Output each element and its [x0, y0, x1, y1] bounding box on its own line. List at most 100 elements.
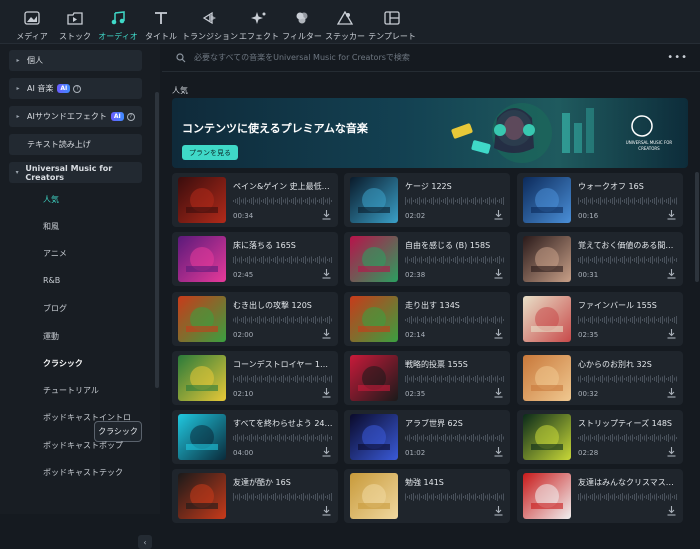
- track-card[interactable]: アラブ世界 62S 01:02: [344, 410, 510, 464]
- track-card[interactable]: ストリップティーズ 148S 02:28: [517, 410, 683, 464]
- track-card[interactable]: すべてを終わらせよう 240S 04:00: [172, 410, 338, 464]
- download-icon[interactable]: [494, 447, 503, 457]
- help-icon[interactable]: ?: [126, 112, 135, 121]
- track-card[interactable]: 友達はみんなクリスマスに...: [517, 469, 683, 523]
- sidebar-subitem[interactable]: 運動: [43, 331, 59, 342]
- toolbar-tab-label: エフェクト: [239, 32, 279, 41]
- collapse-sidebar-button[interactable]: ‹: [138, 535, 152, 549]
- track-card[interactable]: 床に落ちる 165S 02:45: [172, 232, 338, 286]
- download-icon[interactable]: [322, 506, 331, 516]
- help-icon[interactable]: ?: [73, 84, 82, 93]
- search-input[interactable]: 必要なすべての音楽をUniversal Music for Creatorsで検…: [194, 52, 410, 63]
- download-icon[interactable]: [667, 506, 676, 516]
- toolbar-tab-1[interactable]: メディア: [12, 0, 52, 43]
- album-art: [178, 236, 226, 282]
- view-plans-button[interactable]: プランを見る: [182, 145, 238, 160]
- album-art: [523, 236, 571, 282]
- sidebar-subitem[interactable]: R&B: [43, 276, 60, 285]
- top-toolbar: メディア ストック オーディオ タイトル トランジション エフェクト フィルター ステッカーテ…: [0, 0, 700, 44]
- download-icon[interactable]: [322, 447, 331, 457]
- promo-banner[interactable]: UNIVERSAL MUSIC FOR CREATORS コンテンツに使えるプレ…: [172, 98, 688, 168]
- track-card[interactable]: 覚えておく価値のある間違い... 00:31: [517, 232, 683, 286]
- download-icon[interactable]: [667, 210, 676, 220]
- sidebar-subitem[interactable]: ポッドキャストポップ: [43, 440, 123, 451]
- download-icon[interactable]: [494, 210, 503, 220]
- sidebar-group-3[interactable]: ▸ AIサウンドエフェクト AI?: [9, 106, 142, 127]
- toolbar-tab-5[interactable]: トランジション: [182, 0, 238, 43]
- toolbar-tab-8[interactable]: ステッカー: [325, 0, 365, 43]
- download-icon[interactable]: [667, 329, 676, 339]
- sidebar-group-4[interactable]: テキスト読み上げ: [9, 134, 142, 155]
- download-icon[interactable]: [322, 388, 331, 398]
- track-card[interactable]: むき出しの攻撃 120S 02:00: [172, 292, 338, 346]
- main-scrollbar[interactable]: [695, 172, 699, 282]
- toolbar-tab-6[interactable]: エフェクト: [239, 0, 279, 43]
- download-icon[interactable]: [494, 506, 503, 516]
- track-card[interactable]: 勉強 141S: [344, 469, 510, 523]
- search-bar[interactable]: 必要なすべての音楽をUniversal Music for Creatorsで検…: [162, 44, 700, 72]
- sidebar-group-label: AIサウンドエフェクト: [27, 112, 107, 121]
- track-duration: 02:28: [578, 449, 599, 457]
- track-title: すべてを終わらせよう 240S: [233, 419, 333, 428]
- toolbar-tab-label: フィルター: [282, 32, 322, 41]
- more-options-icon[interactable]: •••: [667, 52, 688, 63]
- track-duration: 00:31: [578, 271, 599, 279]
- sidebar-group-2[interactable]: ▸ AI 音楽 AI?: [9, 78, 142, 99]
- track-title: ファインバール 155S: [578, 301, 657, 310]
- sidebar-group-5[interactable]: ▾ Universal Music for Creators: [9, 162, 142, 183]
- download-icon[interactable]: [322, 329, 331, 339]
- sidebar-subitem[interactable]: ブログ: [43, 303, 67, 314]
- download-icon[interactable]: [494, 329, 503, 339]
- track-card[interactable]: ペイン&ゲイン 史上最低の... 00:34: [172, 173, 338, 227]
- download-icon[interactable]: [667, 269, 676, 279]
- sidebar-group-1[interactable]: ▸ 個人: [9, 50, 142, 71]
- track-duration: 00:16: [578, 212, 599, 220]
- album-art: [350, 473, 398, 519]
- sidebar-subitem[interactable]: チュートリアル: [43, 385, 99, 396]
- sidebar-subitem[interactable]: アニメ: [43, 248, 67, 259]
- download-icon[interactable]: [667, 388, 676, 398]
- toolbar-tab-9[interactable]: テンプレート: [368, 0, 416, 43]
- waveform: [233, 316, 332, 324]
- toolbar-tab-2[interactable]: ストック: [55, 0, 95, 43]
- download-icon[interactable]: [494, 269, 503, 279]
- sidebar-subitem[interactable]: 和風: [43, 221, 59, 232]
- track-duration: 00:32: [578, 390, 599, 398]
- album-art: [350, 296, 398, 342]
- track-card[interactable]: 心からのお別れ 32S 00:32: [517, 351, 683, 405]
- sidebar-subitem[interactable]: ポッドキャストテック: [43, 467, 123, 478]
- track-title: 戦略的投票 155S: [405, 360, 468, 369]
- filter-icon: [296, 12, 308, 24]
- music-note-icon: [111, 11, 125, 25]
- track-title: ストリップティーズ 148S: [578, 419, 673, 428]
- toolbar-tab-label: タイトル: [145, 32, 177, 41]
- track-card[interactable]: コーンデストロイヤー 130S 02:10: [172, 351, 338, 405]
- sidebar-subitem[interactable]: クラシック: [43, 358, 83, 369]
- toolbar-tab-7[interactable]: フィルター: [282, 0, 322, 43]
- album-art: [523, 177, 571, 223]
- waveform: [233, 375, 332, 383]
- download-icon[interactable]: [322, 210, 331, 220]
- sidebar-group-label: Universal Music for Creators: [25, 163, 113, 182]
- toolbar-tab-4[interactable]: タイトル: [141, 0, 181, 43]
- download-icon[interactable]: [494, 388, 503, 398]
- sidebar-group-label: AI 音楽: [27, 84, 54, 93]
- track-card[interactable]: ファインバール 155S 02:35: [517, 292, 683, 346]
- track-title: 自由を感じる (B) 158S: [405, 241, 491, 250]
- chevron-icon: ▾: [15, 169, 19, 176]
- track-card[interactable]: 自由を感じる (B) 158S 02:38: [344, 232, 510, 286]
- track-card[interactable]: 戦略的投票 155S 02:35: [344, 351, 510, 405]
- sidebar-subitem[interactable]: ポッドキャストイントロ: [43, 412, 131, 423]
- track-card[interactable]: ケージ 122S 02:02: [344, 173, 510, 227]
- download-icon[interactable]: [322, 269, 331, 279]
- album-art: [350, 355, 398, 401]
- waveform: [405, 316, 504, 324]
- track-card[interactable]: 走り出す 134S 02:14: [344, 292, 510, 346]
- toolbar-tab-label: テンプレート: [368, 32, 416, 41]
- sidebar-subitem[interactable]: 人気: [43, 194, 59, 205]
- download-icon[interactable]: [667, 447, 676, 457]
- track-card[interactable]: 友達が酷か 16S: [172, 469, 338, 523]
- toolbar-tab-3[interactable]: オーディオ: [98, 0, 138, 43]
- track-card[interactable]: ウォークオフ 16S 00:16: [517, 173, 683, 227]
- sidebar-scrollbar[interactable]: [155, 92, 159, 388]
